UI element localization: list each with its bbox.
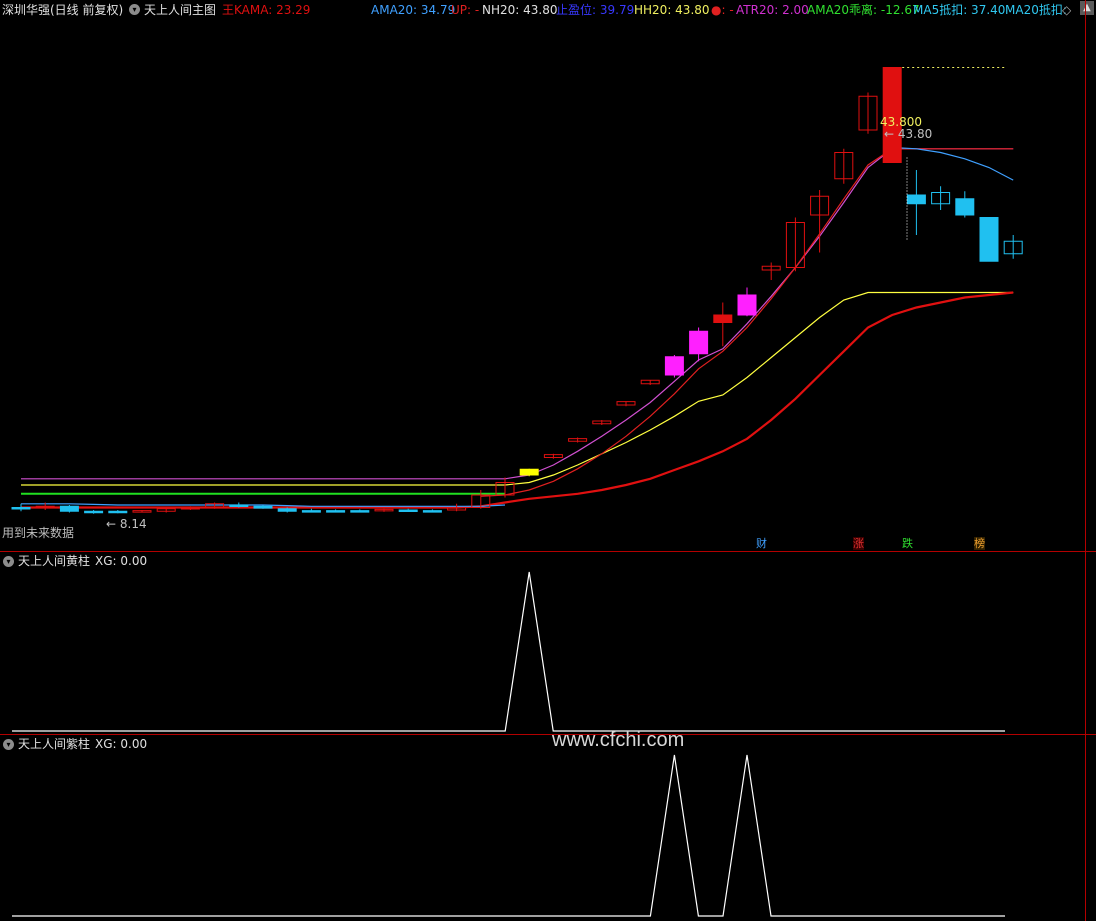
candle-body xyxy=(689,330,709,355)
purple-bar-panel: ▾ 天上人间紫柱 XG: 0.00 xyxy=(0,735,1096,921)
candle-body xyxy=(326,510,346,513)
tag-ranking[interactable]: 榜 xyxy=(974,537,985,550)
series-ama20-line xyxy=(892,146,1014,181)
candlestick-chart xyxy=(11,67,1023,514)
candle-body xyxy=(664,356,684,376)
candle-body xyxy=(737,294,757,316)
candle-body xyxy=(277,508,297,512)
candle-body xyxy=(59,505,79,512)
series-nh20-line xyxy=(21,148,1014,480)
candle-body xyxy=(84,510,104,514)
xg-signal-line xyxy=(12,754,1005,917)
candle-body xyxy=(229,504,249,507)
main-chart-panel: 深圳华强(日线 前复权) ▾ 天上人间主图 王KAMA: 23.29 AMA20… xyxy=(0,0,1096,551)
tag-finance[interactable]: 财 xyxy=(756,537,767,550)
series-up-line xyxy=(480,148,1014,497)
candle-body xyxy=(906,194,926,205)
yellow-bar-panel: ▾ 天上人间黄柱 XG: 0.00 xyxy=(0,552,1096,734)
candle-body xyxy=(422,510,442,513)
tag-rise[interactable]: 涨 xyxy=(853,537,864,550)
candle-body xyxy=(519,468,539,476)
xg-signal-line xyxy=(12,571,1005,732)
candle-body xyxy=(350,510,370,513)
candle-body xyxy=(253,505,273,509)
future-data-note: 用到未来数据 xyxy=(2,526,75,540)
candle-body xyxy=(108,510,128,514)
candle-body xyxy=(301,510,321,513)
purple-bar-chart xyxy=(12,754,1005,917)
series-kama-line xyxy=(21,291,1014,509)
right-border xyxy=(1085,552,1086,734)
candle-body xyxy=(11,507,31,510)
low-arrow-label: ← 8.14 xyxy=(106,517,147,531)
candle-body xyxy=(955,198,975,216)
right-border xyxy=(1085,735,1086,921)
series-hh20-line xyxy=(21,291,1014,486)
candle-body xyxy=(398,509,418,512)
yellow-bar-chart xyxy=(12,571,1005,732)
watermark: www.cfchi.com xyxy=(552,729,685,751)
candle-body xyxy=(979,217,999,262)
candle-body xyxy=(713,314,733,323)
high-arrow-label: ← 43.80 xyxy=(884,127,933,141)
tag-fall[interactable]: 跌 xyxy=(902,537,913,550)
right-border xyxy=(1085,0,1086,551)
